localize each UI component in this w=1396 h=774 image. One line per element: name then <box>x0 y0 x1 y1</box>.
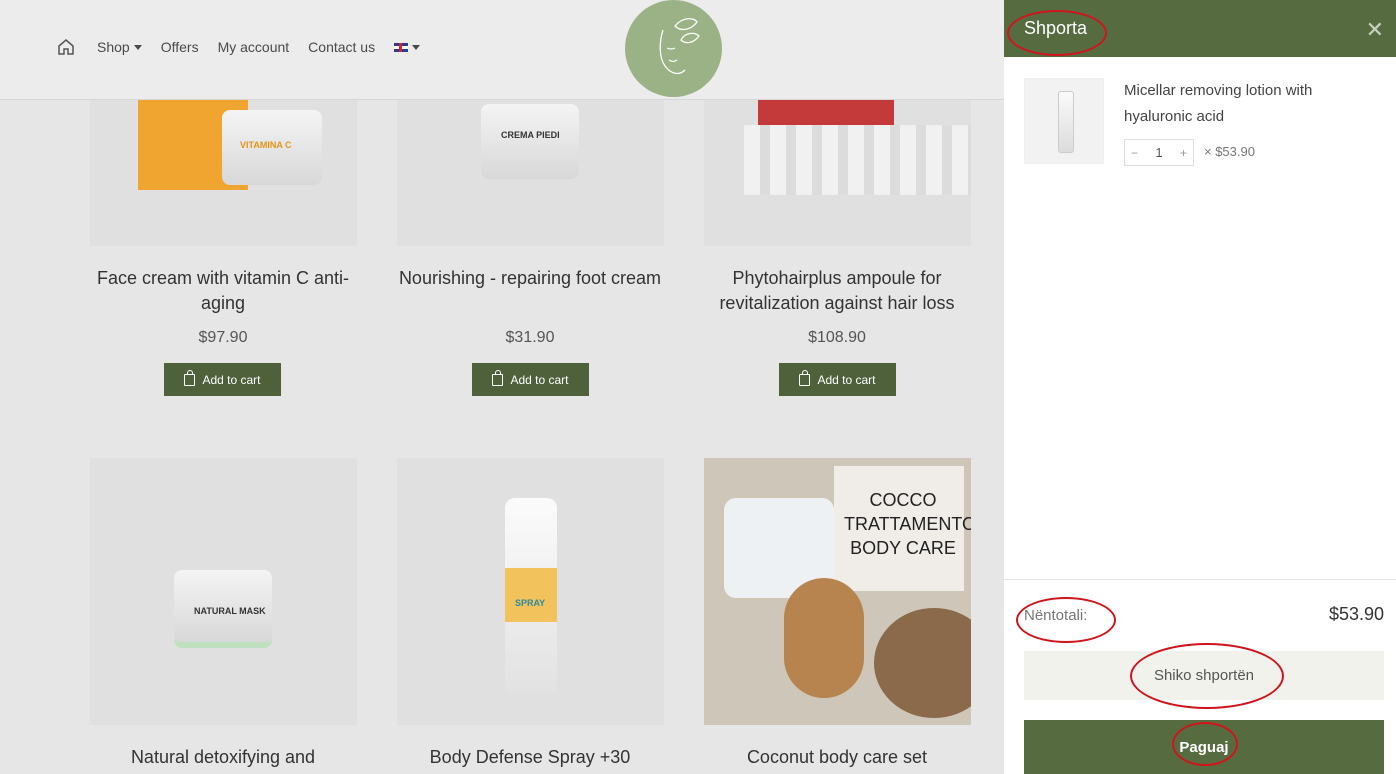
product-image-label: COCCO TRATTAMENTO BODY CARE <box>844 490 971 558</box>
home-icon[interactable] <box>57 38 75 56</box>
product-image-label: CREMA PIEDI <box>501 130 560 140</box>
coconut-shape <box>874 608 971 718</box>
product-jar <box>481 104 579 179</box>
chevron-down-icon <box>133 44 142 50</box>
product-title[interactable]: Face cream with vitamin C anti-aging <box>78 266 368 316</box>
quantity-stepper: − 1 + <box>1124 139 1194 166</box>
face-leaf-logo-icon <box>659 18 700 75</box>
subtotal-label: Nëntotali: <box>1024 607 1088 624</box>
nav-item-offers[interactable]: Offers <box>161 39 199 55</box>
wooden-spoon <box>784 578 864 698</box>
shopping-bag-icon <box>799 369 811 386</box>
product-image-label: SPRAY <box>515 598 546 608</box>
product-image-spray[interactable]: SPRAY <box>397 458 664 725</box>
checkout-button[interactable]: Paguaj <box>1024 720 1384 774</box>
product-price: $97.90 <box>198 329 248 346</box>
increase-quantity-button[interactable]: + <box>1180 146 1187 160</box>
chevron-down-icon <box>412 44 421 50</box>
nav-item-my-account[interactable]: My account <box>218 39 290 55</box>
product-image-label: VITAMINA C <box>240 140 292 150</box>
bottle-icon <box>1058 91 1074 153</box>
cart-drawer: Shporta ✕ Micellar removing lotion with … <box>1004 0 1396 774</box>
close-icon[interactable]: ✕ <box>1366 17 1384 43</box>
product-title[interactable]: Natural detoxifying and <box>78 745 368 770</box>
view-cart-button[interactable]: Shiko shportën <box>1024 651 1384 700</box>
quantity-value[interactable]: 1 <box>1155 145 1162 160</box>
site-header: Shop Offers My account Contact us <box>0 0 1004 100</box>
spray-bottle <box>505 498 557 693</box>
add-to-cart-button[interactable]: Add to cart <box>472 363 589 396</box>
cart-footer: Nëntotali: $53.90 Shiko shportën Paguaj <box>1004 579 1396 774</box>
main-nav: Shop Offers My account Contact us <box>57 38 439 56</box>
product-title[interactable]: Coconut body care set <box>692 745 982 770</box>
product-image-label: NATURAL MASK <box>194 606 266 616</box>
product-box <box>758 100 894 128</box>
cart-title: Shporta <box>1024 18 1088 38</box>
cart-item-name[interactable]: Micellar removing lotion with hyaluronic… <box>1124 78 1374 130</box>
uk-flag-icon <box>394 42 409 52</box>
product-image-natural-mask[interactable]: NATURAL MASK <box>90 458 357 725</box>
cart-item-thumbnail[interactable] <box>1024 78 1104 164</box>
product-price: $31.90 <box>505 329 555 346</box>
product-title[interactable]: Phytohairplus ampoule for revitalization… <box>692 266 982 316</box>
subtotal-value: $53.90 <box>1328 604 1384 624</box>
product-title[interactable]: Nourishing - repairing foot cream <box>385 266 675 291</box>
decrease-quantity-button[interactable]: − <box>1131 146 1138 160</box>
cart-header: Shporta ✕ <box>1004 0 1396 57</box>
ampoule-row <box>744 125 971 195</box>
add-to-cart-button[interactable]: Add to cart <box>779 363 896 396</box>
product-title[interactable]: Body Defense Spray +30 <box>385 745 675 770</box>
product-image-coconut[interactable]: COCCO TRATTAMENTO BODY CARE <box>704 458 971 725</box>
language-selector[interactable] <box>394 42 421 52</box>
nav-item-shop[interactable]: Shop <box>97 39 142 55</box>
shopping-bag-icon <box>184 369 196 386</box>
spray-label <box>505 568 557 622</box>
product-price: $108.90 <box>808 329 866 346</box>
cart-item-price: × $53.90 <box>1204 144 1255 159</box>
nav-item-contact-us[interactable]: Contact us <box>308 39 375 55</box>
shopping-bag-icon <box>492 369 504 386</box>
site-logo[interactable] <box>625 0 722 97</box>
add-to-cart-button[interactable]: Add to cart <box>164 363 281 396</box>
